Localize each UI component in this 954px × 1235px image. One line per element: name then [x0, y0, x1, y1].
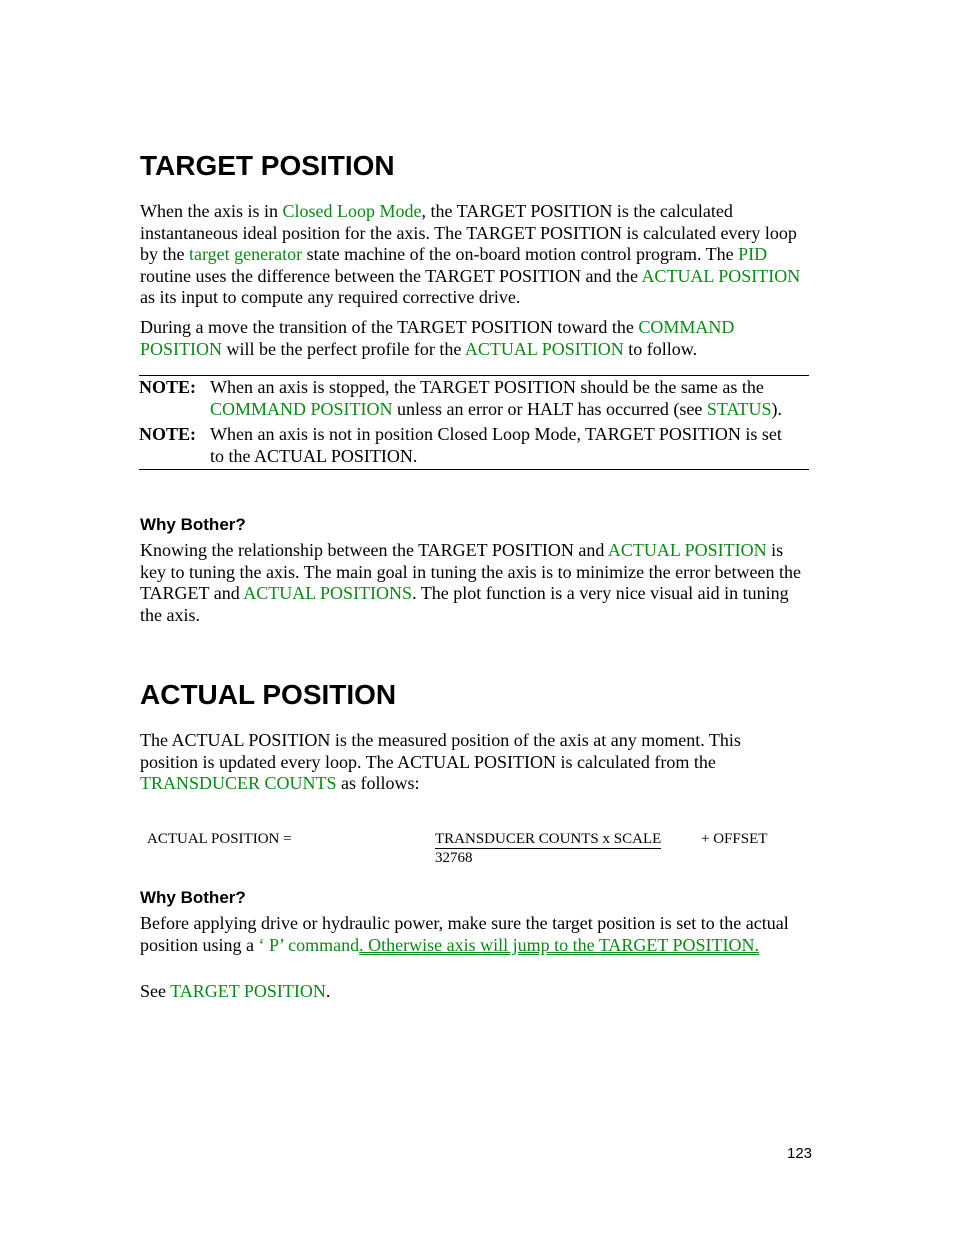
- text: routine uses the difference between the …: [140, 265, 642, 286]
- text: ).: [771, 398, 783, 419]
- text: Knowing the relationship between the TAR…: [140, 540, 608, 560]
- text: .: [325, 981, 331, 1001]
- formula-offset: + OFFSET: [701, 831, 768, 847]
- text: See: [140, 981, 171, 1001]
- note-text: When an axis is not in position Closed L…: [210, 424, 782, 466]
- note-label: NOTE:: [139, 377, 197, 397]
- why-bother-heading-1: Why Bother?: [140, 515, 246, 534]
- link-actual-position[interactable]: ACTUAL POSITION: [641, 266, 800, 286]
- note-label: NOTE:: [139, 424, 197, 444]
- note-2: NOTE: When an axis is not in position Cl…: [139, 424, 809, 467]
- link-otherwise-jump[interactable]: . Otherwise axis will jump to the TARGET…: [359, 935, 759, 955]
- link-target-generator[interactable]: target generator: [189, 244, 302, 264]
- note-1: NOTE: When an axis is stopped, the TARGE…: [139, 377, 809, 420]
- notes-box: NOTE: When an axis is stopped, the TARGE…: [139, 375, 809, 470]
- see-also-line: See TARGET POSITION.: [140, 981, 812, 1003]
- text: During a move the transition of the TARG…: [140, 317, 639, 337]
- formula-numerator: TRANSDUCER COUNTS x SCALE: [435, 831, 662, 849]
- why-bother-heading-2: Why Bother?: [140, 888, 246, 907]
- link-command-position[interactable]: COMMAND POSITION: [210, 399, 393, 419]
- text: state machine of the on-board motion con…: [302, 244, 739, 264]
- page-number: 123: [787, 1145, 813, 1162]
- text: unless an error or HALT has occurred (se…: [392, 398, 707, 419]
- link-actual-positions[interactable]: ACTUAL POSITIONS: [243, 583, 412, 603]
- target-position-paragraph-1: When the axis is in Closed Loop Mode, th…: [140, 201, 812, 309]
- text: When an axis is stopped, the TARGET POSI…: [210, 377, 764, 397]
- link-pid[interactable]: PID: [738, 244, 767, 264]
- link-status[interactable]: STATUS: [707, 399, 772, 419]
- link-target-position[interactable]: TARGET POSITION: [170, 981, 326, 1001]
- link-transducer-counts[interactable]: TRANSDUCER COUNTS: [140, 773, 337, 793]
- note-text: When an axis is stopped, the TARGET POSI…: [210, 377, 809, 420]
- text: When the axis is in: [140, 201, 283, 221]
- formula-lhs: ACTUAL POSITION =: [147, 831, 292, 847]
- text: as its input to compute any required cor…: [140, 287, 521, 307]
- link-closed-loop-mode[interactable]: Closed Loop Mode: [282, 201, 421, 221]
- text: The ACTUAL POSITION is the measured posi…: [140, 730, 741, 772]
- target-position-paragraph-2: During a move the transition of the TARG…: [140, 317, 780, 360]
- link-actual-position[interactable]: ACTUAL POSITION: [465, 339, 624, 359]
- section-title-target-position: TARGET POSITION: [140, 150, 395, 181]
- actual-position-paragraph-1: The ACTUAL POSITION is the measured posi…: [140, 730, 780, 795]
- text: will be the perfect profile for the: [222, 338, 465, 359]
- section-title-actual-position: ACTUAL POSITION: [140, 679, 397, 710]
- text: as follows:: [336, 773, 420, 793]
- why-bother-paragraph-1: Knowing the relationship between the TAR…: [140, 540, 812, 626]
- text: to follow.: [623, 338, 698, 359]
- link-p-command[interactable]: ‘ P’ command: [259, 935, 360, 955]
- formula-denominator: 32768: [435, 850, 473, 866]
- link-actual-position[interactable]: ACTUAL POSITION: [608, 540, 767, 560]
- why-bother-paragraph-2: Before applying drive or hydraulic power…: [140, 913, 800, 956]
